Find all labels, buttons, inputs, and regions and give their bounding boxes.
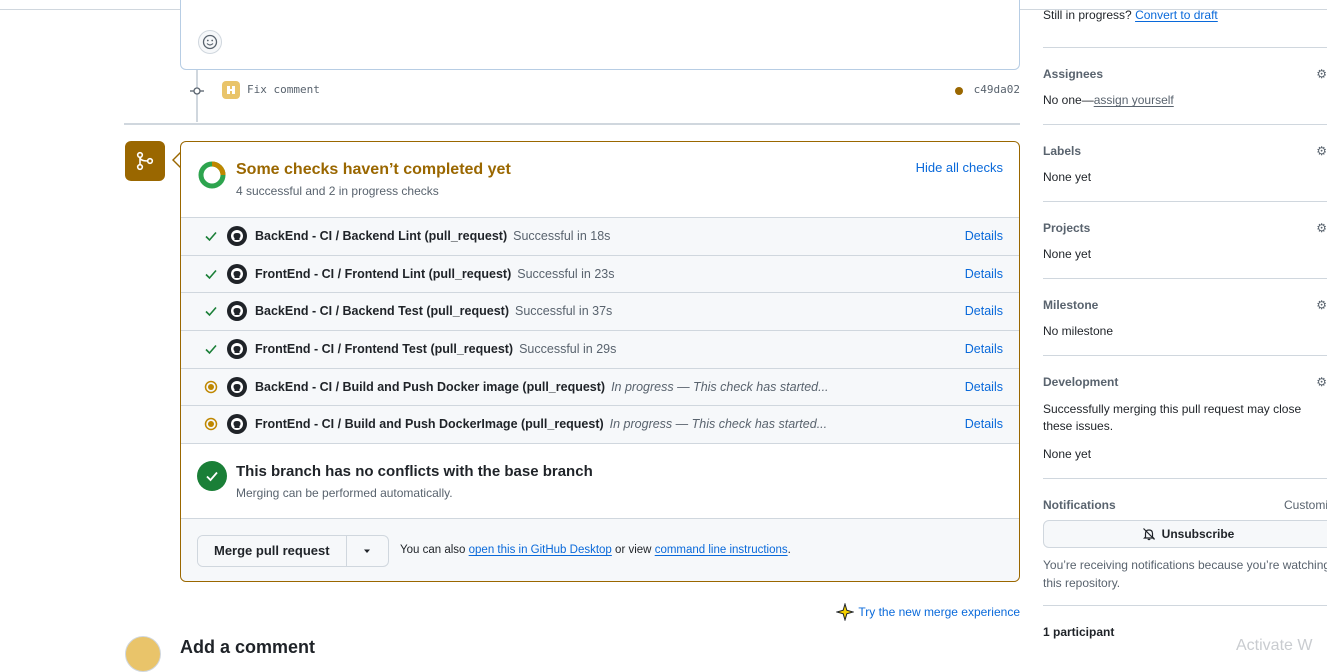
smiley-icon — [202, 34, 218, 50]
check-name: BackEnd - CI / Backend Lint (pull_reques… — [255, 229, 508, 243]
checks-title: Some checks haven’t completed yet — [236, 161, 511, 178]
milestone-heading[interactable]: Milestone — [1043, 298, 1098, 312]
merge-box: Some checks haven’t completed yet 4 succ… — [180, 141, 1020, 582]
check-details-link[interactable]: Details — [965, 304, 1003, 318]
conflicts-title: This branch has no conflicts with the ba… — [236, 463, 593, 480]
git-commit-icon — [190, 87, 204, 95]
check-success-icon — [205, 269, 217, 279]
add-reaction-button[interactable] — [198, 30, 222, 54]
development-description: Successfully merging this pull request m… — [1043, 402, 1302, 433]
check-details-link[interactable]: Details — [965, 342, 1003, 356]
new-merge-experience-link[interactable]: Try the new merge experience — [836, 603, 1020, 621]
check-circle-icon — [197, 461, 227, 491]
check-state: Successful in 29s — [519, 342, 617, 357]
labels-heading[interactable]: Labels — [1043, 144, 1081, 158]
gear-icon[interactable]: ⚙ — [1316, 67, 1327, 81]
git-merge-icon — [125, 141, 165, 181]
check-name: BackEnd - CI / Build and Push Docker ima… — [255, 379, 606, 394]
github-logo-icon — [227, 226, 247, 246]
merge-hint: You can also open this in GitHub Desktop… — [400, 544, 791, 556]
sparkle-icon — [836, 603, 855, 621]
sidebar: Still in progress? Convert to draft Assi… — [1043, 0, 1327, 647]
checks-progress-ring-icon — [198, 161, 226, 189]
assignees-value: No one—assign yourself — [1043, 93, 1174, 107]
github-logo-icon — [227, 263, 247, 284]
draft-hint: Still in progress? Convert to draft — [1043, 8, 1218, 22]
check-state: Successful in 18s — [513, 229, 611, 243]
github-logo-icon — [227, 376, 247, 397]
comment-box — [180, 0, 1020, 70]
check-row: FrontEnd - CI / Build and Push DockerIma… — [181, 405, 1019, 444]
triangle-down-icon — [364, 549, 371, 553]
check-name: FrontEnd - CI / Frontend Test (pull_requ… — [255, 342, 514, 357]
notifications-heading: Notifications — [1043, 498, 1116, 512]
notifications-description: You’re receiving notifications because y… — [1043, 558, 1327, 590]
check-details-link[interactable]: Details — [965, 380, 1003, 394]
check-state: Successful in 37s — [515, 304, 613, 319]
merge-method-dropdown[interactable] — [345, 536, 388, 566]
github-logo-icon — [227, 414, 247, 435]
commit-row: Fix comment c49da02 — [180, 80, 1020, 102]
github-logo-icon — [227, 339, 247, 360]
unsubscribe-button[interactable]: Unsubscribe — [1043, 520, 1327, 548]
check-details-link[interactable]: Details — [965, 229, 1003, 243]
merge-pull-request-button[interactable]: Merge pull request — [198, 536, 346, 566]
commit-message-link[interactable]: Fix comment — [247, 83, 320, 96]
participants-heading: 1 participant — [1043, 625, 1115, 639]
check-success-icon — [205, 307, 217, 317]
labels-value: None yet — [1043, 170, 1092, 184]
check-row: FrontEnd - CI / Frontend Lint (pull_requ… — [181, 254, 1019, 293]
check-row: BackEnd - CI / Backend Test (pull_reques… — [181, 292, 1019, 331]
assign-yourself-link[interactable]: assign yourself — [1094, 93, 1174, 107]
checks-header: Some checks haven’t completed yet 4 succ… — [181, 142, 1019, 217]
merge-actions: Merge pull request You can also open thi… — [181, 518, 1019, 581]
check-state: In progress — This check has started... — [611, 379, 829, 394]
check-success-icon — [205, 345, 217, 355]
gear-icon[interactable]: ⚙ — [1316, 221, 1327, 235]
activate-windows-watermark: Activate W — [1236, 637, 1313, 654]
development-heading[interactable]: Development — [1043, 375, 1118, 389]
checks-list: BackEnd - CI / Backend Lint (pull_reques… — [181, 217, 1019, 444]
gear-icon[interactable]: ⚙ — [1316, 298, 1327, 312]
check-state: Successful in 23s — [517, 266, 615, 281]
checks-summary: 4 successful and 2 in progress checks — [236, 184, 439, 198]
avatar[interactable] — [222, 81, 240, 99]
merge-conflicts-section: This branch has no conflicts with the ba… — [181, 443, 1019, 518]
check-row: FrontEnd - CI / Frontend Test (pull_requ… — [181, 330, 1019, 368]
conflicts-subtitle: Merging can be performed automatically. — [236, 486, 453, 500]
convert-to-draft-link[interactable]: Convert to draft — [1135, 8, 1218, 22]
projects-heading[interactable]: Projects — [1043, 221, 1090, 235]
check-details-link[interactable]: Details — [965, 417, 1003, 431]
check-details-link[interactable]: Details — [965, 267, 1003, 281]
check-row: BackEnd - CI / Backend Lint (pull_reques… — [181, 217, 1019, 255]
customize-link[interactable]: Customize — [1284, 498, 1327, 512]
gear-icon[interactable]: ⚙ — [1316, 144, 1327, 158]
github-logo-icon — [227, 301, 247, 322]
check-row: BackEnd - CI / Build and Push Docker ima… — [181, 367, 1019, 406]
commit-sha-link[interactable]: c49da02 — [974, 83, 1020, 96]
check-success-icon — [205, 231, 217, 242]
check-in-progress-icon — [204, 418, 218, 431]
hide-all-checks-link[interactable]: Hide all checks — [916, 160, 1003, 175]
check-in-progress-icon — [204, 380, 218, 393]
bell-slash-icon — [1142, 528, 1155, 541]
development-value: None yet — [1043, 447, 1092, 461]
command-line-instructions-link[interactable]: command line instructions — [655, 544, 788, 556]
avatar[interactable] — [125, 636, 161, 672]
commit-status-dot[interactable] — [955, 87, 963, 95]
add-comment-heading: Add a comment — [180, 637, 316, 657]
gear-icon[interactable]: ⚙ — [1316, 375, 1327, 389]
check-name: FrontEnd - CI / Frontend Lint (pull_requ… — [255, 266, 512, 281]
open-in-desktop-link[interactable]: open this in GitHub Desktop — [469, 544, 612, 556]
check-state: In progress — This check has started... — [609, 417, 828, 432]
check-name: BackEnd - CI / Backend Test (pull_reques… — [255, 304, 509, 319]
assignees-heading[interactable]: Assignees — [1043, 67, 1103, 81]
timeline-divider — [124, 123, 1020, 125]
merge-button-group: Merge pull request — [197, 535, 389, 567]
milestone-value: No milestone — [1043, 324, 1114, 338]
check-name: FrontEnd - CI / Build and Push DockerIma… — [255, 417, 604, 432]
projects-value: None yet — [1043, 247, 1092, 261]
